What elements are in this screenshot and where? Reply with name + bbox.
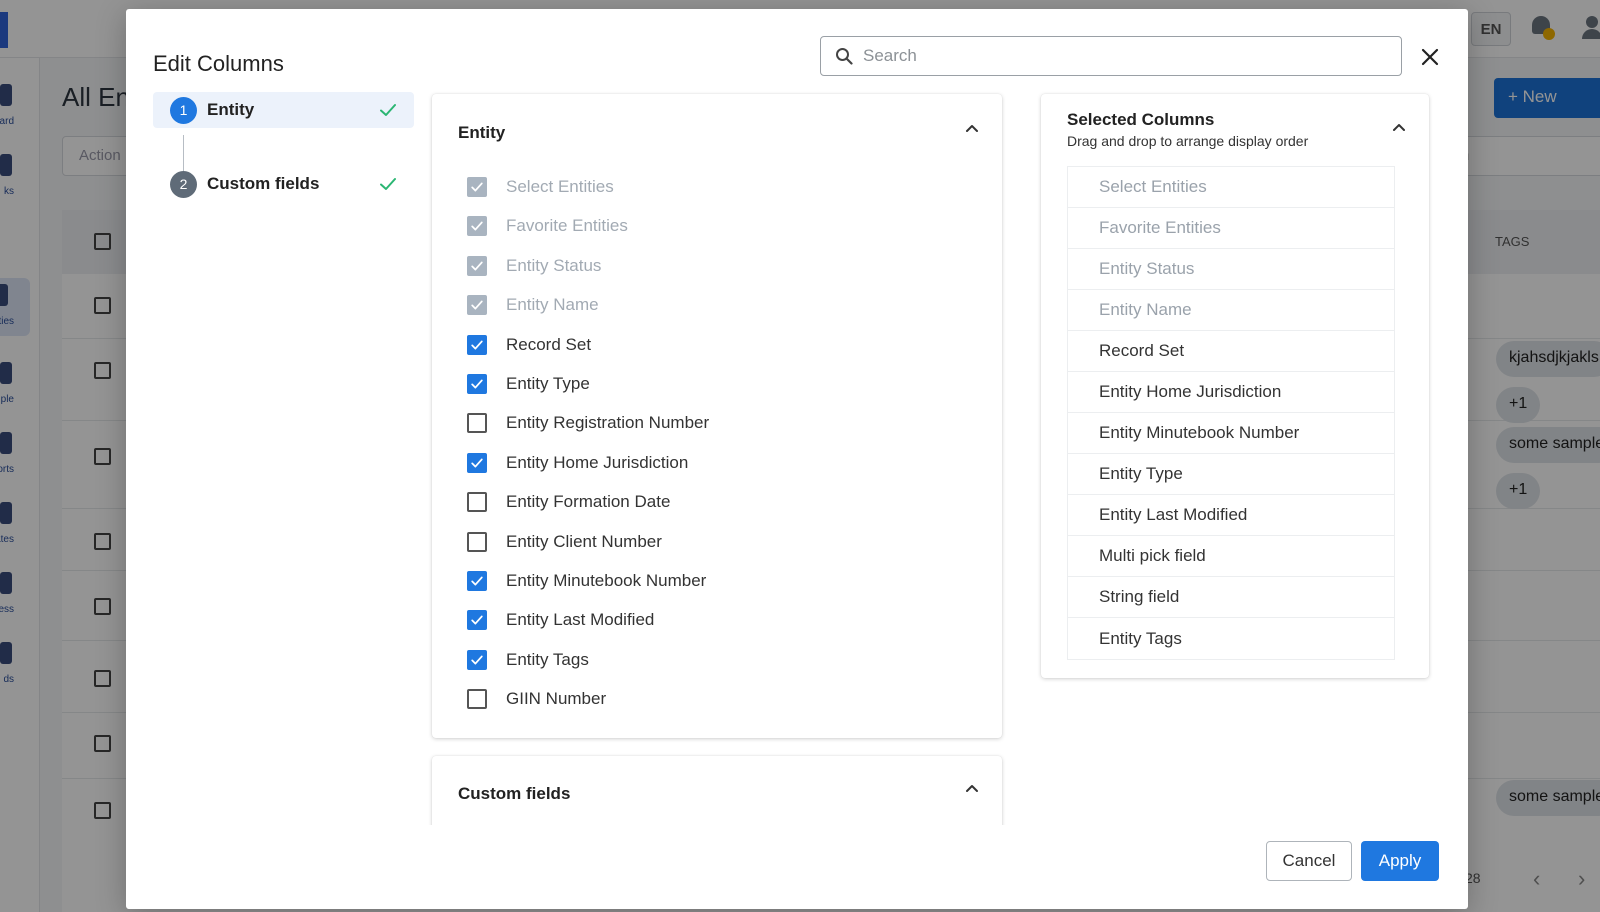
column-checkbox[interactable] [467, 413, 487, 434]
column-option[interactable]: Entity Last Modified [467, 607, 654, 633]
column-option: Favorite Entities [467, 213, 628, 239]
checkmark-icon [471, 458, 483, 468]
apply-button[interactable]: Apply [1361, 841, 1439, 881]
column-option-label: GIIN Number [506, 689, 607, 709]
checkmark-icon [471, 576, 483, 586]
selected-column-item[interactable]: Entity Type [1068, 454, 1394, 495]
selected-column-item: Entity Name [1068, 290, 1394, 331]
column-checkbox[interactable] [467, 689, 487, 710]
selected-column-item[interactable]: String field [1068, 577, 1394, 618]
selected-column-item: Entity Status [1068, 249, 1394, 290]
column-checkbox[interactable] [467, 649, 487, 670]
checkmark-icon [471, 182, 483, 192]
column-option[interactable]: Entity Type [467, 371, 590, 397]
entity-section: Entity Select Entities Favorite Entities E… [432, 94, 1002, 738]
edit-columns-dialog: Edit Columns 1 Entity 2 Custom fields En… [126, 9, 1468, 909]
column-option: Entity Status [467, 253, 601, 279]
column-option-label: Select Entities [506, 177, 614, 196]
selected-column-item[interactable]: Entity Tags [1068, 618, 1394, 659]
column-option[interactable]: Entity Client Number [467, 529, 662, 555]
column-checkbox [467, 216, 487, 237]
cancel-button[interactable]: Cancel [1266, 841, 1352, 881]
column-checkbox[interactable] [467, 571, 487, 591]
column-option[interactable]: Entity Registration Number [467, 410, 709, 436]
column-option-label: Favorite Entities [506, 216, 628, 236]
column-checkbox [467, 255, 487, 276]
column-checkbox[interactable] [467, 610, 487, 631]
selected-columns-list: Select Entities Favorite Entities Entity S… [1067, 166, 1395, 660]
checkmark-icon [471, 300, 483, 310]
column-option[interactable]: Entity Minutebook Number [467, 568, 706, 594]
column-checkbox[interactable] [467, 492, 487, 513]
column-option-label: Entity Type [506, 374, 590, 393]
column-checkbox[interactable] [467, 334, 487, 355]
column-option-label: Record Set [506, 334, 592, 354]
checkmark-icon [471, 655, 483, 665]
step-number: 2 [170, 170, 197, 198]
search-input[interactable] [863, 46, 1383, 66]
selected-columns-subtitle: Drag and drop to arrange display order [1067, 133, 1309, 149]
step-custom-fields[interactable]: 2 Custom fields [153, 166, 414, 202]
column-checkbox [467, 177, 487, 197]
dialog-title: Edit Columns [153, 51, 284, 76]
footer-mask [416, 825, 1016, 909]
checkmark-icon [471, 261, 483, 271]
chevron-up-icon[interactable] [964, 780, 980, 796]
column-option-label: Entity Status [506, 255, 602, 275]
column-checkbox[interactable] [467, 452, 487, 473]
check-icon [380, 178, 396, 190]
column-option-label: Entity Name [506, 295, 599, 315]
search-icon [836, 48, 853, 65]
column-option: Select Entities [467, 174, 614, 200]
column-option-label: Entity Registration Number [506, 413, 710, 433]
column-option[interactable]: Entity Home Jurisdiction [467, 450, 688, 476]
checkmark-icon [471, 340, 483, 350]
step-label: Entity [207, 100, 255, 119]
column-option-label: Entity Home Jurisdiction [506, 452, 689, 472]
step-entity[interactable]: 1 Entity [153, 92, 414, 128]
column-checkbox[interactable] [467, 374, 487, 394]
column-option: Entity Name [467, 292, 599, 318]
column-option-label: Entity Last Modified [506, 610, 655, 630]
search-box[interactable] [820, 36, 1402, 76]
column-option-label: Entity Client Number [506, 531, 662, 551]
check-icon [380, 104, 396, 116]
checkmark-icon [471, 379, 483, 389]
column-checkbox [467, 295, 487, 316]
column-option[interactable]: GIIN Number [467, 686, 606, 712]
selected-column-item: Select Entities [1068, 167, 1394, 208]
column-option[interactable]: Record Set [467, 332, 591, 358]
step-label: Custom fields [207, 174, 320, 193]
column-option[interactable]: Entity Formation Date [467, 489, 670, 515]
checkmark-icon [471, 615, 483, 625]
step-number: 1 [170, 96, 197, 124]
column-option-label: Entity Tags [506, 649, 589, 669]
chevron-up-icon[interactable] [1391, 119, 1407, 135]
selected-column-item[interactable]: Record Set [1068, 331, 1394, 372]
entity-section-title: Entity [458, 123, 506, 142]
selected-columns-panel: Selected Columns Drag and drop to arrang… [1041, 94, 1429, 678]
selected-column-item: Favorite Entities [1068, 208, 1394, 249]
selected-column-item[interactable]: Multi pick field [1068, 536, 1394, 577]
checkmark-icon [471, 221, 483, 231]
chevron-up-icon[interactable] [964, 120, 980, 136]
selected-columns-title: Selected Columns [1067, 110, 1215, 129]
column-checkbox[interactable] [467, 531, 487, 552]
column-option-label: Entity Minutebook Number [506, 571, 707, 590]
custom-fields-section-title: Custom fields [458, 784, 571, 803]
close-icon[interactable] [1418, 45, 1442, 69]
selected-column-item[interactable]: Entity Minutebook Number [1068, 413, 1394, 454]
selected-column-item[interactable]: Entity Home Jurisdiction [1068, 372, 1394, 413]
column-option-label: Entity Formation Date [506, 492, 671, 512]
column-option[interactable]: Entity Tags [467, 647, 589, 673]
selected-column-item[interactable]: Entity Last Modified [1068, 495, 1394, 536]
